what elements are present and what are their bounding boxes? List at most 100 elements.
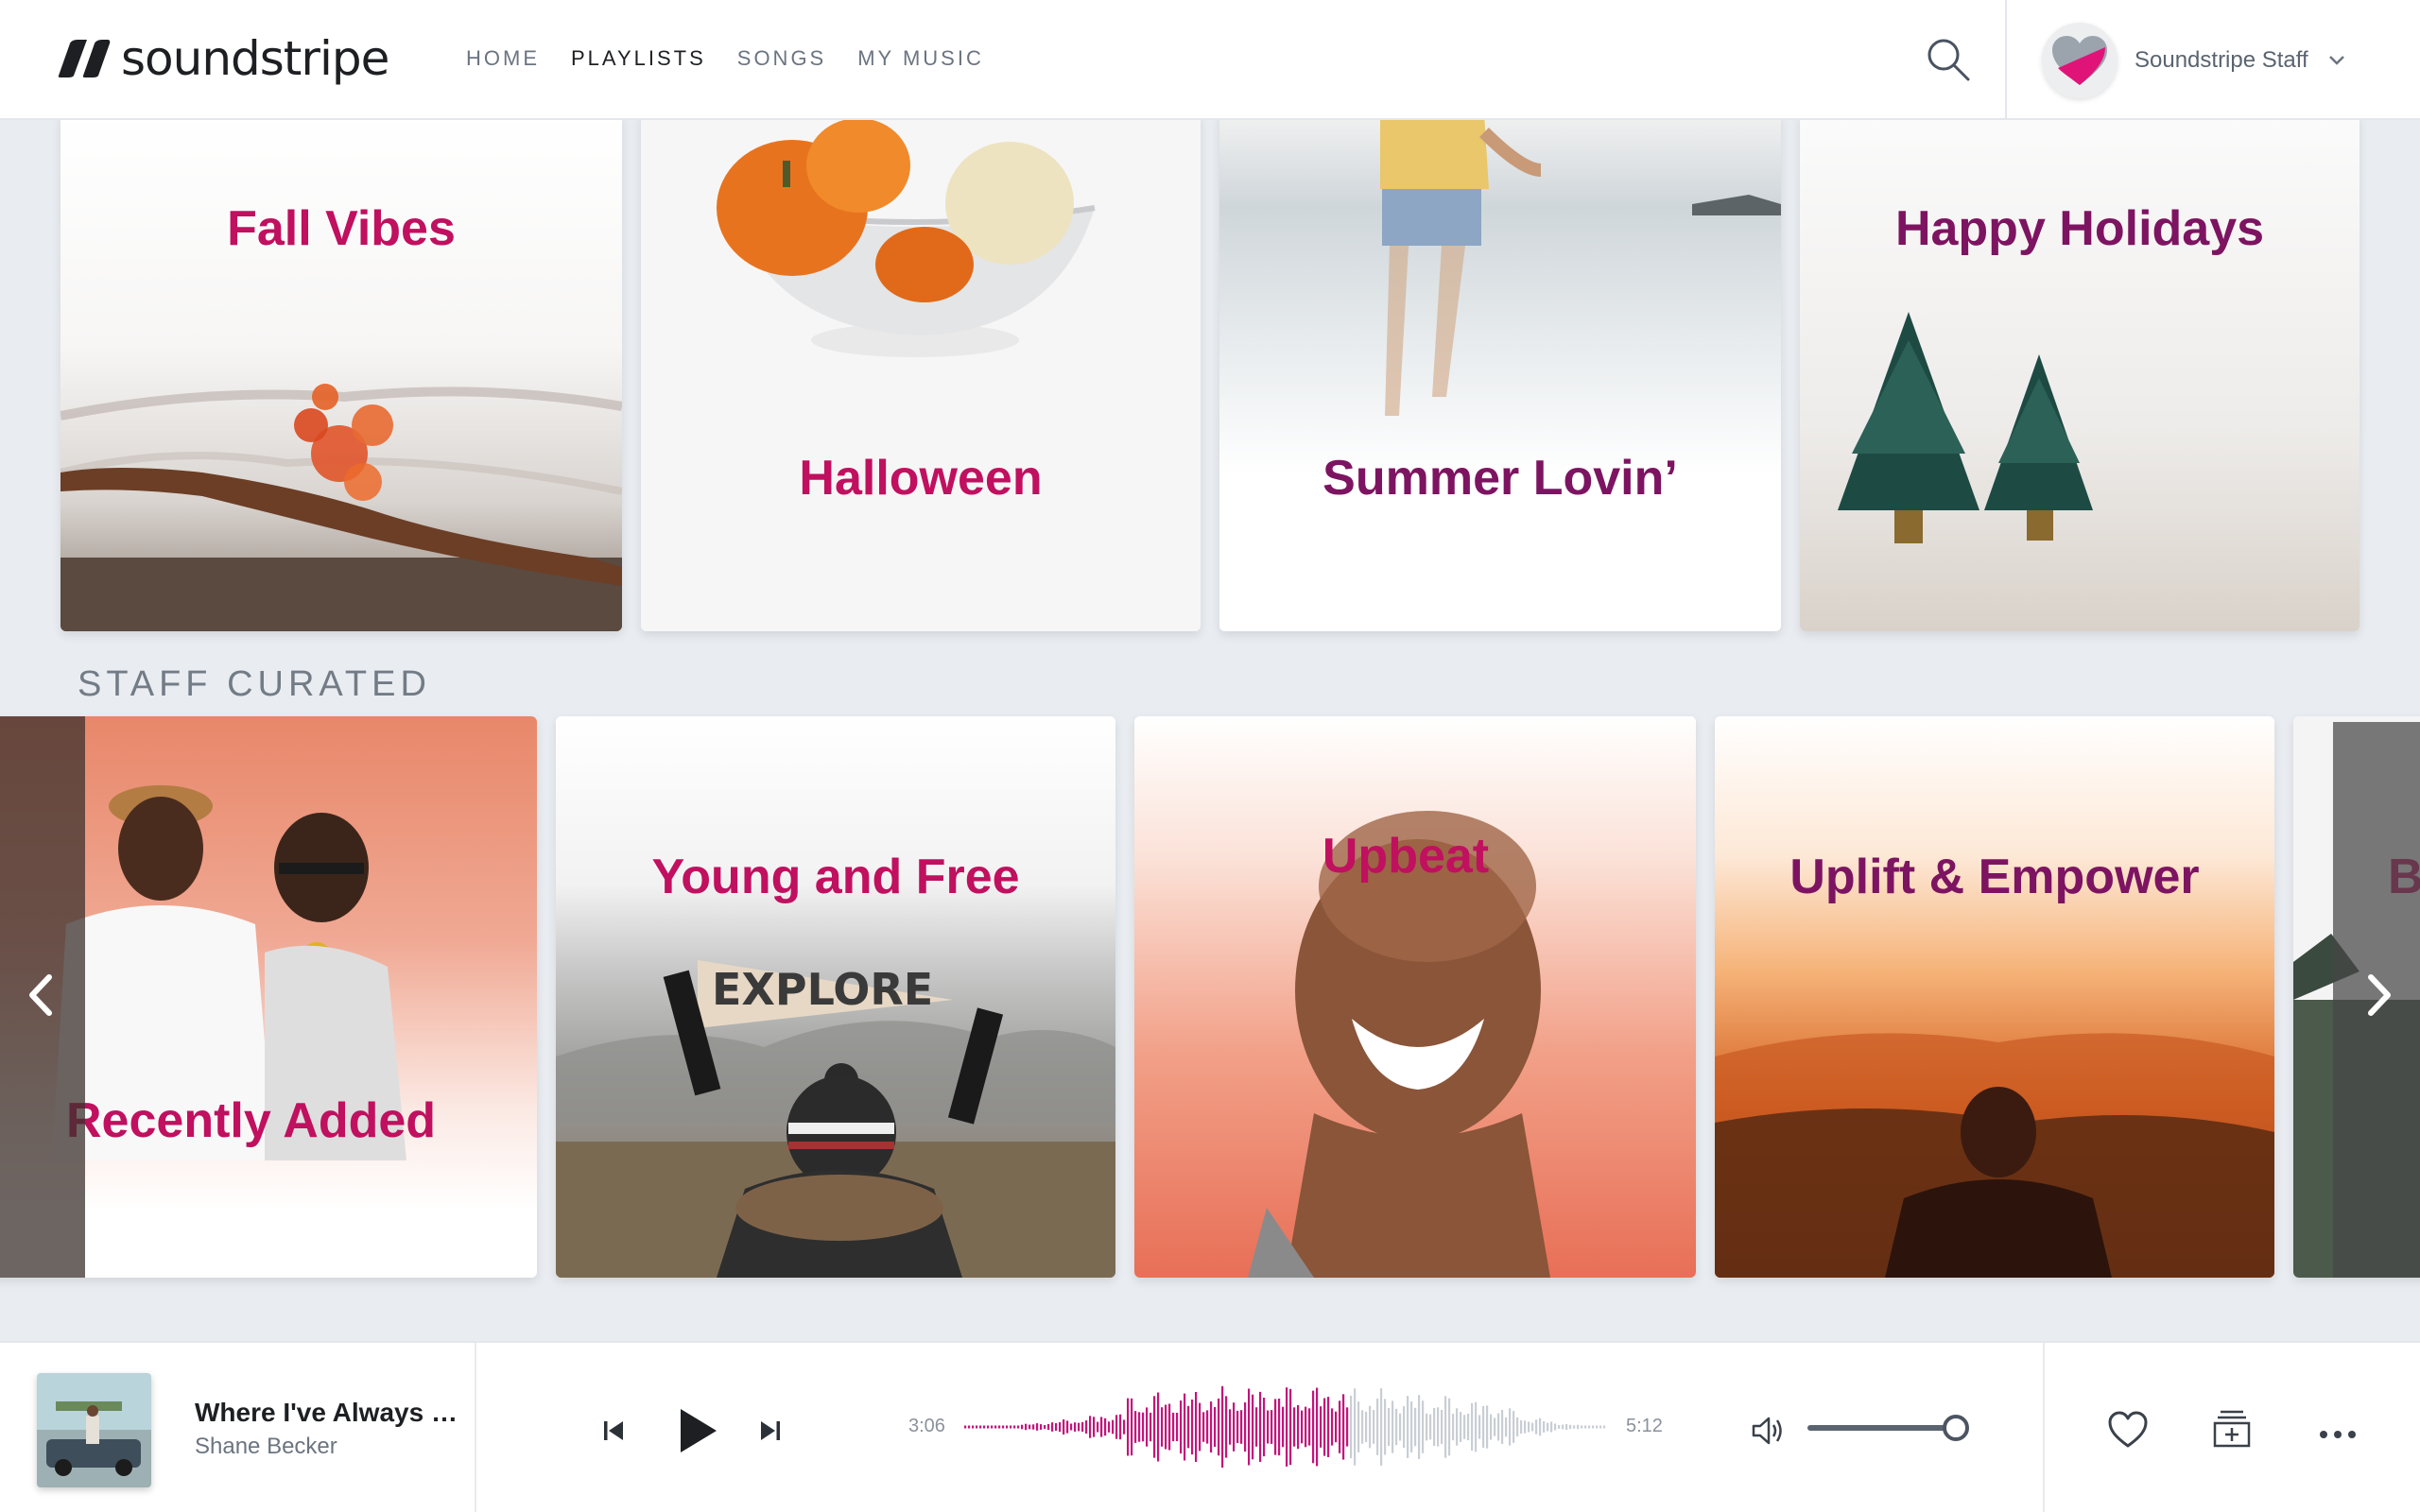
waveform-bar xyxy=(1365,1411,1368,1442)
waveform-bar xyxy=(1456,1408,1459,1446)
carousel-prev-button[interactable] xyxy=(0,716,85,1278)
waveform-bar xyxy=(1528,1421,1530,1433)
waveform-bar xyxy=(1010,1425,1012,1429)
waveform-bar xyxy=(1070,1423,1073,1431)
waveform-bar xyxy=(1395,1408,1398,1446)
previous-icon[interactable] xyxy=(601,1418,626,1443)
waveform-bar xyxy=(1134,1411,1137,1443)
search-icon[interactable] xyxy=(1925,36,1972,83)
more-icon[interactable] xyxy=(2319,1430,2357,1439)
waveform-bar xyxy=(1236,1410,1239,1443)
waveform-bar xyxy=(1165,1404,1167,1450)
waveform-bar xyxy=(1373,1410,1375,1444)
waveform-bar xyxy=(1036,1423,1039,1431)
nav-songs[interactable]: SONGS xyxy=(737,46,826,71)
playlist-card-upbeat[interactable]: Upbeat xyxy=(1134,716,1696,1278)
waveform-bar xyxy=(1426,1413,1428,1441)
waveform-bar xyxy=(1210,1401,1213,1452)
playlist-card-fall-vibes[interactable]: Fall Vibes xyxy=(60,113,622,631)
now-playing-artwork[interactable] xyxy=(37,1373,151,1487)
waveform-bar xyxy=(1494,1418,1496,1436)
waveform-bar xyxy=(1490,1414,1493,1440)
add-to-playlist-icon[interactable] xyxy=(2213,1409,2251,1449)
playlist-card-summer-lovin[interactable]: Summer Lovin’ xyxy=(1219,113,1781,631)
waveform-bar xyxy=(1142,1412,1145,1442)
waveform-bar xyxy=(987,1425,990,1429)
waveform-bar xyxy=(1123,1419,1126,1435)
waveform-bar xyxy=(1581,1425,1583,1429)
waveform-bar xyxy=(1157,1392,1160,1462)
waveform-bar xyxy=(1267,1410,1270,1444)
playlist-title: Fall Vibes xyxy=(227,201,456,256)
waveform-bar xyxy=(1131,1398,1133,1456)
waveform-bar xyxy=(1486,1405,1489,1449)
waveform-bar xyxy=(1558,1425,1561,1429)
playlist-title: Happy Holidays xyxy=(1894,201,2265,256)
next-icon[interactable] xyxy=(758,1418,783,1443)
waveform-bar xyxy=(1127,1398,1130,1456)
heart-icon[interactable] xyxy=(2107,1411,2149,1449)
waveform-bar xyxy=(998,1425,1001,1429)
waveform-bar xyxy=(1161,1407,1164,1447)
playlist-card-young-and-free[interactable]: EXPLORE Young and Free xyxy=(556,716,1115,1278)
volume-slider-track[interactable] xyxy=(1807,1425,1959,1431)
waveform-bar xyxy=(1592,1425,1595,1429)
uplift-empower-artwork xyxy=(1715,716,2274,1278)
waveform-bar xyxy=(1335,1411,1338,1443)
play-icon[interactable] xyxy=(677,1407,718,1454)
carousel-next-button[interactable] xyxy=(2333,722,2420,1278)
waveform-bar xyxy=(1441,1409,1443,1445)
waveform-bar xyxy=(968,1425,971,1429)
waveform-bar xyxy=(1293,1407,1296,1447)
waveform-bar xyxy=(1516,1417,1519,1437)
waveform-bar xyxy=(1599,1425,1602,1429)
waveform-bar xyxy=(1032,1424,1035,1430)
player-divider xyxy=(2043,1343,2045,1512)
waveform-bar xyxy=(1278,1399,1281,1456)
waveform-bar xyxy=(1339,1400,1341,1453)
waveform-bar xyxy=(1006,1425,1009,1429)
track-artist[interactable]: Shane Becker xyxy=(195,1434,337,1460)
volume-slider-knob[interactable] xyxy=(1943,1415,1969,1441)
playlist-card-uplift-empower[interactable]: Uplift & Empower xyxy=(1715,716,2274,1278)
playlist-card-happy-holidays[interactable]: Happy Holidays xyxy=(1800,113,2360,631)
waveform-bar xyxy=(1255,1407,1258,1447)
waveform-bar xyxy=(1399,1413,1402,1441)
waveform-bar xyxy=(1418,1395,1421,1459)
playlist-card-halloween[interactable]: Halloween xyxy=(641,113,1201,631)
volume-icon[interactable] xyxy=(1751,1415,1785,1447)
waveform-bar xyxy=(1229,1409,1232,1445)
waveform-bar xyxy=(1066,1420,1069,1434)
waveform-bar xyxy=(1093,1417,1096,1437)
waveform-bar xyxy=(1550,1421,1553,1433)
chevron-down-icon[interactable] xyxy=(2327,54,2346,67)
waveform-bar xyxy=(1422,1400,1425,1453)
waveform-bar xyxy=(1172,1412,1175,1442)
waveform-bar xyxy=(1475,1401,1478,1452)
nav-home[interactable]: HOME xyxy=(466,46,540,71)
banner-text: EXPLORE xyxy=(712,964,933,1015)
waveform-bar xyxy=(1097,1421,1099,1433)
header-divider xyxy=(2005,0,2007,120)
nav-my-music[interactable]: MY MUSIC xyxy=(857,46,984,71)
total-duration: 5:12 xyxy=(1626,1416,1663,1436)
waveform-bar xyxy=(1565,1423,1568,1431)
waveform-bar xyxy=(1187,1405,1190,1449)
waveform-bar xyxy=(1531,1422,1534,1432)
soundstripe-logo[interactable]: soundstripe xyxy=(55,28,389,89)
waveform-bar xyxy=(1002,1425,1005,1429)
waveform-bar xyxy=(1403,1406,1406,1448)
waveform-bar xyxy=(1369,1405,1372,1449)
waveform-progress[interactable] xyxy=(964,1380,1607,1474)
track-title[interactable]: Where I've Always … xyxy=(195,1398,469,1428)
waveform-bar xyxy=(1146,1407,1149,1447)
playlist-title: Upbeat xyxy=(1322,829,1490,884)
avatar xyxy=(2042,23,2118,98)
user-menu[interactable]: Soundstripe Staff xyxy=(2042,23,2346,98)
waveform-bar xyxy=(1150,1412,1152,1442)
playlist-title: Summer Lovin’ xyxy=(1322,451,1678,506)
nav-playlists[interactable]: PLAYLISTS xyxy=(571,46,706,71)
waveform-bar xyxy=(972,1425,975,1429)
upbeat-artwork xyxy=(1134,716,1696,1278)
waveform-bar xyxy=(1100,1417,1103,1437)
